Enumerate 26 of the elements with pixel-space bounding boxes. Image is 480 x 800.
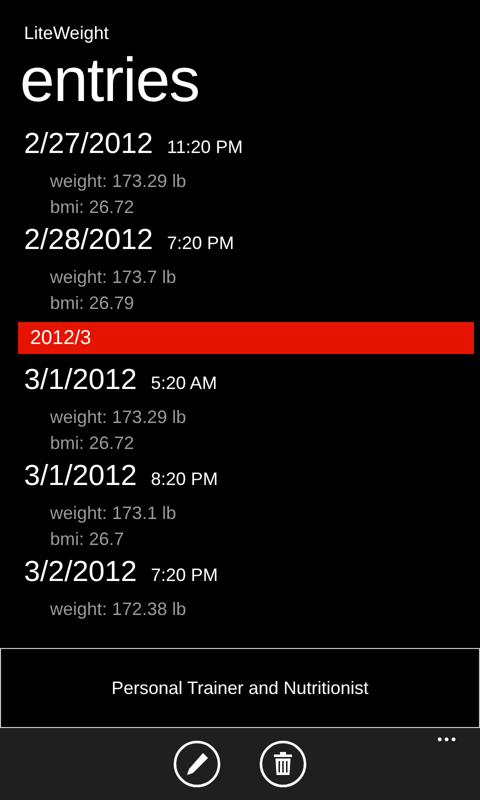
weight-text: weight: 173.29 lb — [50, 406, 188, 429]
pencil-icon[interactable] — [173, 740, 221, 788]
entry-date[interactable]: 2/28/2012 — [24, 224, 154, 257]
entry-date[interactable]: 2/27/2012 — [24, 128, 154, 161]
bmi-text: bmi: 26.7 — [50, 528, 126, 551]
weight-text: weight: 173.1 lb — [50, 502, 178, 525]
entry-date[interactable]: 3/2/2012 — [24, 556, 137, 589]
bmi-text: bmi: 26.72 — [50, 196, 136, 219]
entry-time: 5:20 AM — [150, 373, 217, 394]
entry-date[interactable]: 3/1/2012 — [24, 364, 137, 397]
entry-time: 7:20 PM — [167, 233, 234, 254]
page-title: entries — [20, 46, 200, 116]
more-button[interactable]: ••• — [437, 728, 458, 750]
weight-text: weight: 173.29 lb — [50, 170, 188, 193]
bmi-text: bmi: 26.79 — [50, 292, 136, 315]
weight-text: weight: 172.38 lb — [50, 598, 188, 621]
entry-time: 8:20 PM — [150, 469, 218, 490]
ad-banner[interactable]: Personal Trainer and Nutritionist — [0, 648, 480, 728]
trash-icon[interactable] — [259, 740, 307, 788]
bmi-text: bmi: 26.72 — [50, 432, 136, 455]
entry-date[interactable]: 3/1/2012 — [24, 460, 137, 493]
group-header[interactable]: 2012/3 — [18, 322, 474, 354]
weight-text: weight: 173.7 lb — [50, 266, 178, 289]
app-title: LiteWeight — [24, 22, 110, 44]
entry-time: 11:20 PM — [167, 137, 243, 158]
entry-time: 7:20 PM — [150, 565, 218, 586]
